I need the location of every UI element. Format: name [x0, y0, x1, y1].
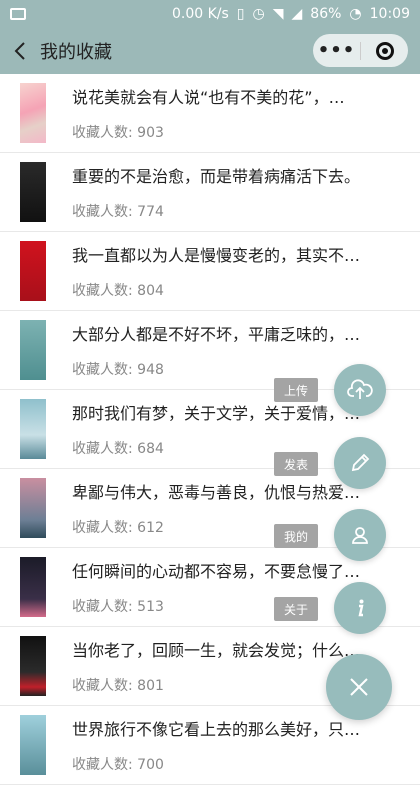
image-notification-icon: [10, 8, 26, 20]
book-cover: [20, 715, 46, 775]
item-title: 大部分人都是不好不坏，平庸乏味的，…: [72, 325, 361, 344]
battery-icon: ◔: [349, 6, 362, 22]
item-title: 任何瞬间的心动都不容易，不要怠慢了…: [72, 562, 361, 581]
upload-label[interactable]: 上传: [274, 378, 318, 402]
list-item[interactable]: 说花美就会有人说“也有不美的花”，… 收藏人数: 903: [0, 74, 420, 153]
book-cover: [20, 399, 46, 459]
item-title: 世界旅行不像它看上去的那么美好，只…: [72, 720, 361, 739]
battery-percent: 86%: [310, 6, 342, 22]
post-button[interactable]: [334, 437, 386, 489]
mini-program-capsule: •••: [313, 34, 408, 67]
mine-label[interactable]: 我的: [274, 524, 318, 548]
status-bar: 0.00 K/s ▯ ◷ ◥ ◢ 86% ◔ 10:09: [0, 0, 420, 28]
back-button[interactable]: [0, 28, 40, 74]
clock: 10:09: [369, 6, 410, 22]
list-item[interactable]: 我一直都以为人是慢慢变老的，其实不… 收藏人数: 804: [0, 232, 420, 311]
favorite-count: 收藏人数: 903: [72, 125, 164, 141]
about-label[interactable]: 关于: [274, 597, 318, 621]
signal-icon: ◢: [291, 6, 303, 22]
mine-button[interactable]: [334, 509, 386, 561]
list-item[interactable]: 重要的不是治愈，而是带着病痛活下去。 收藏人数: 774: [0, 153, 420, 232]
more-menu-button[interactable]: •••: [313, 40, 360, 61]
user-icon: [352, 527, 368, 544]
book-cover: [20, 478, 46, 538]
alarm-icon: ◷: [252, 6, 265, 22]
favorite-count: 收藏人数: 700: [72, 757, 164, 773]
cloud-upload-icon: [347, 379, 373, 399]
book-cover: [20, 241, 46, 301]
close-menu-button[interactable]: [326, 654, 392, 720]
back-arrow-icon: [14, 42, 25, 60]
page-title: 我的收藏: [40, 42, 112, 63]
upload-button[interactable]: [334, 364, 386, 416]
pencil-icon: [351, 453, 370, 472]
item-title: 重要的不是治愈，而是带着病痛活下去。: [72, 167, 361, 186]
wifi-icon: ◥: [272, 6, 284, 22]
favorite-count: 收藏人数: 804: [72, 283, 164, 299]
item-title: 说花美就会有人说“也有不美的花”，…: [72, 88, 345, 107]
book-cover: [20, 83, 46, 143]
book-cover: [20, 557, 46, 617]
item-title: 我一直都以为人是慢慢变老的，其实不…: [72, 246, 361, 265]
favorite-count: 收藏人数: 774: [72, 204, 164, 220]
book-cover: [20, 320, 46, 380]
navigation-bar: 我的收藏 •••: [0, 28, 420, 74]
about-button[interactable]: [334, 582, 386, 634]
vibrate-icon: ▯: [236, 6, 245, 22]
close-mini-program-button[interactable]: [361, 41, 408, 60]
book-cover: [20, 162, 46, 222]
target-icon: [375, 41, 394, 60]
book-cover: [20, 636, 46, 696]
info-icon: [358, 599, 364, 617]
close-icon: [350, 678, 368, 696]
post-label[interactable]: 发表: [274, 452, 318, 476]
network-speed: 0.00 K/s: [171, 6, 229, 22]
